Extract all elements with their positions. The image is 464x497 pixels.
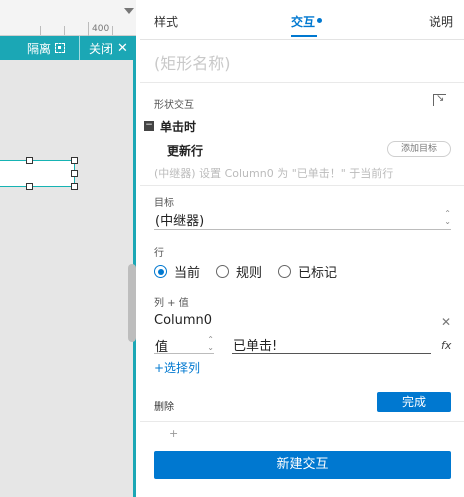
- new-interaction-button[interactable]: 新建交互: [154, 451, 451, 479]
- divider: [140, 82, 464, 83]
- spinner-icon: ⌃ ⌄: [444, 209, 451, 226]
- design-canvas[interactable]: 400 隔离 关闭 ✕: [0, 0, 136, 497]
- row-label: 行: [154, 248, 164, 259]
- delete-link[interactable]: 删除: [154, 398, 174, 413]
- inspector-panel: 样式 交互 说明 (矩形名称) 形状交互 − 单击时 更新行 添加目标 (中继器…: [140, 0, 464, 497]
- horizontal-ruler: [0, 22, 136, 36]
- divider: [140, 421, 464, 422]
- close-icon: ✕: [117, 40, 128, 56]
- ruler-label: 400: [92, 24, 110, 34]
- inspector-tabs: 样式 交互 说明: [140, 0, 464, 40]
- column-name: Column0: [154, 313, 213, 328]
- add-event-icon[interactable]: +: [169, 427, 178, 440]
- spinner-icon: ⌃ ⌄: [207, 335, 214, 352]
- ruler-tick: [112, 26, 113, 35]
- event-on-click[interactable]: 单击时: [160, 118, 196, 135]
- tab-styles[interactable]: 样式: [154, 13, 178, 30]
- resize-handle[interactable]: [71, 170, 78, 177]
- radio-marked-label[interactable]: 已标记: [298, 262, 337, 281]
- divider: [140, 185, 464, 186]
- action-summary: (中继器) 设置 Column0 为 "已单击！" 于当前行: [154, 167, 394, 180]
- tab-interactions[interactable]: 交互: [291, 13, 315, 30]
- ruler-tick: [40, 26, 41, 35]
- remove-column-icon[interactable]: ✕: [441, 316, 451, 328]
- action-update-row[interactable]: 更新行: [167, 142, 203, 159]
- shape-name-input[interactable]: (矩形名称): [154, 50, 231, 74]
- value-input[interactable]: 已单击!: [232, 334, 431, 354]
- value-type-select[interactable]: 值 ⌃ ⌄: [154, 334, 214, 355]
- done-button[interactable]: 完成: [377, 392, 451, 412]
- isolation-toolbar: 隔离 关闭 ✕: [0, 36, 136, 60]
- ruler-tick-major: [88, 22, 89, 36]
- tab-notes[interactable]: 说明: [429, 13, 453, 30]
- selected-rectangle[interactable]: [0, 160, 75, 187]
- resize-handle[interactable]: [26, 183, 33, 190]
- close-isolation-button[interactable]: 关闭 ✕: [79, 36, 128, 60]
- resize-handle[interactable]: [26, 157, 33, 164]
- resize-handle[interactable]: [71, 183, 78, 190]
- interactions-indicator-dot: [317, 18, 322, 23]
- close-label: 关闭: [89, 41, 114, 56]
- radio-rule-label[interactable]: 规则: [236, 262, 262, 281]
- value-type: 值: [155, 340, 169, 355]
- columns-label: 列 + 值: [154, 298, 189, 309]
- ruler-tick: [64, 26, 65, 35]
- radio-current[interactable]: [154, 265, 167, 278]
- canvas-work-area[interactable]: [0, 60, 133, 497]
- row-radio-group: 当前 规则 已标记: [154, 262, 353, 281]
- expand-icon[interactable]: [433, 93, 446, 106]
- dropdown-arrow-icon[interactable]: [124, 8, 134, 14]
- target-value: (中继器): [155, 214, 205, 229]
- target-label: 目标: [154, 198, 174, 209]
- isolate-button[interactable]: 隔离: [27, 36, 66, 60]
- target-select[interactable]: (中继器) ⌃ ⌄: [154, 208, 451, 230]
- isolate-label: 隔离: [27, 41, 52, 56]
- active-tab-underline: [291, 35, 317, 37]
- fx-icon[interactable]: fx: [441, 339, 451, 352]
- value-text: 已单击!: [233, 339, 278, 354]
- radio-current-label[interactable]: 当前: [174, 262, 200, 281]
- add-target-button[interactable]: 添加目标: [387, 141, 451, 157]
- isolate-icon: [55, 43, 66, 53]
- radio-rule[interactable]: [216, 265, 230, 278]
- resize-handle[interactable]: [71, 157, 78, 164]
- collapse-icon[interactable]: −: [144, 121, 154, 131]
- shape-interactions-title: 形状交互: [154, 100, 194, 111]
- radio-marked[interactable]: [278, 265, 292, 278]
- select-columns-link[interactable]: +选择列: [154, 359, 200, 376]
- vertical-scrollbar[interactable]: [128, 264, 136, 342]
- canvas-top-strip: [0, 0, 136, 22]
